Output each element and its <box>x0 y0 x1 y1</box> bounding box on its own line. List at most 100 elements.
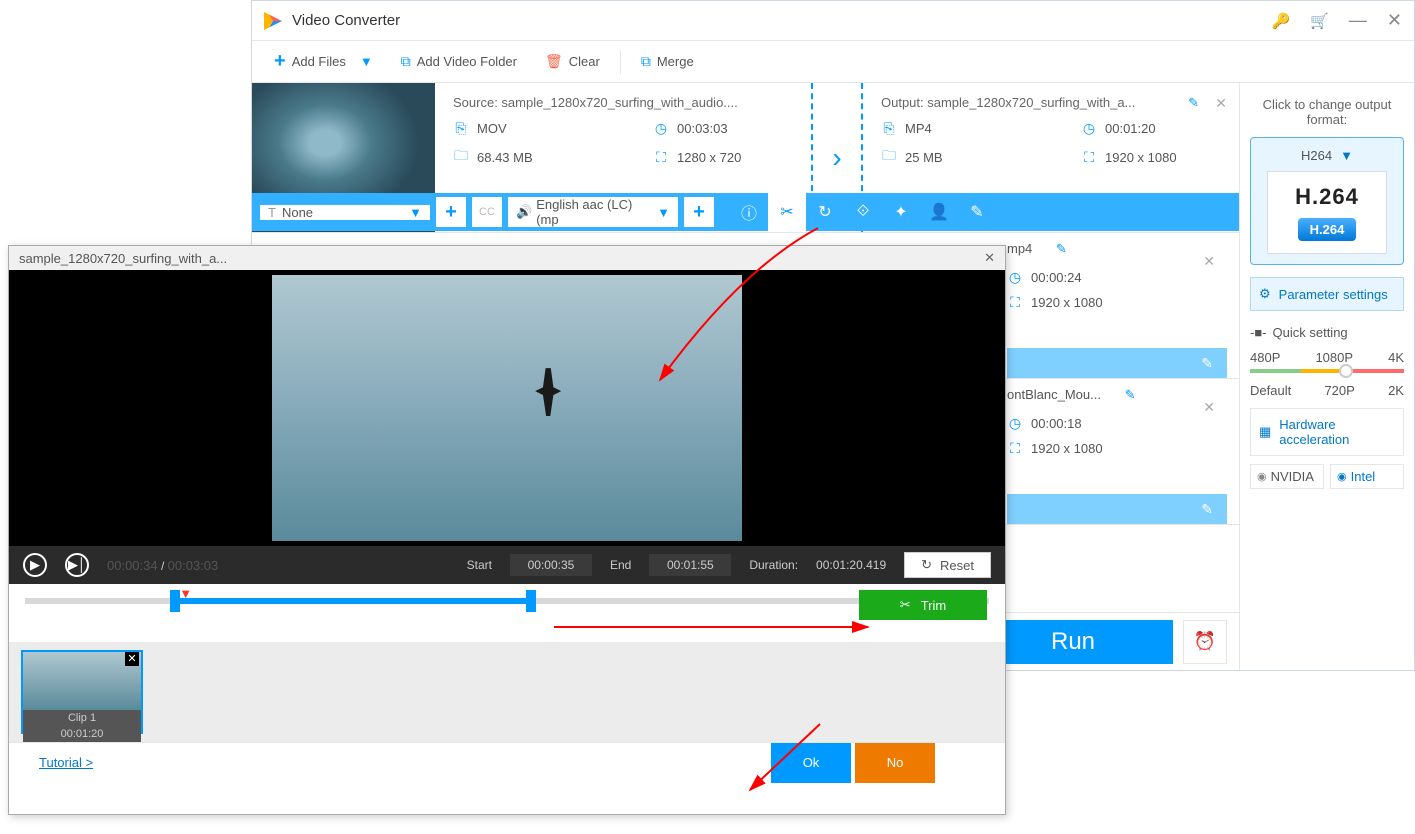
scissors-icon: ✂ <box>900 597 911 613</box>
intel-badge: ◉ Intel <box>1330 464 1404 489</box>
chevron-down-icon: ▼ <box>1340 148 1353 163</box>
format-name: H264 <box>1301 148 1332 163</box>
chevron-down-icon[interactable]: ▼ <box>360 54 373 69</box>
codec-label-1: H.264 <box>1268 184 1386 210</box>
clear-label: Clear <box>569 54 600 69</box>
clips-area: ✕ Clip 1 00:01:20 <box>9 642 1005 742</box>
plus-icon: + <box>274 50 286 73</box>
folder-icon: 🗀 <box>881 145 897 169</box>
start-input[interactable] <box>510 554 592 576</box>
start-label: Start <box>467 558 492 572</box>
source-format: MOV <box>477 121 507 136</box>
edit-icon: ✎ <box>1201 501 1213 518</box>
add-subtitle-button[interactable]: + <box>436 197 466 227</box>
edit-icon: ✎ <box>1201 355 1213 372</box>
watermark-tool[interactable]: 👤 <box>920 193 958 231</box>
video-preview[interactable] <box>9 270 1005 546</box>
clip-thumbnail[interactable]: ✕ Clip 1 00:01:20 <box>21 650 143 734</box>
app-logo-icon <box>264 12 282 30</box>
minimize-icon[interactable]: — <box>1349 10 1367 31</box>
cut-tool[interactable]: ✂ <box>768 193 806 231</box>
resolution-icon: ⛶ <box>1007 294 1023 311</box>
close-icon[interactable]: ✕ <box>1215 95 1227 112</box>
sliders-icon: ⚙ <box>1259 286 1271 302</box>
hardware-accel-button[interactable]: ▦ Hardware acceleration <box>1250 408 1404 456</box>
output-size: 25 MB <box>905 150 943 165</box>
add-files-button[interactable]: + Add Files ▼ <box>260 41 387 82</box>
duration-label: Duration: <box>749 558 798 572</box>
close-icon[interactable]: ✕ <box>1203 253 1215 270</box>
quick-setting-label: -■-Quick setting <box>1250 325 1404 340</box>
reset-button[interactable]: ↻ Reset <box>904 552 991 578</box>
app-title: Video Converter <box>292 12 400 29</box>
rotate-tool[interactable]: ↻ <box>806 193 844 231</box>
play-button[interactable]: ▶ <box>23 553 47 577</box>
add-audio-button[interactable]: + <box>684 197 714 227</box>
clear-button[interactable]: 🗑 Clear <box>531 41 614 82</box>
edit-toolbar: T None ▼ + CC 🔊 English aac (LC) (mp ▼ +… <box>252 193 1239 231</box>
edit-icon[interactable]: ✎ <box>1056 241 1067 256</box>
codec-box: H.264 H.264 <box>1267 171 1387 254</box>
edit-icon[interactable]: ✎ <box>1125 387 1136 402</box>
edit-bar[interactable]: ✎ <box>1007 348 1227 378</box>
clip-name: Clip 1 <box>23 710 141 726</box>
slider-thumb[interactable] <box>1339 364 1353 378</box>
start-handle[interactable] <box>170 590 180 612</box>
audio-select[interactable]: 🔊 English aac (LC) (mp ▼ <box>508 197 678 227</box>
edit-icon[interactable]: ✎ <box>1188 95 1199 111</box>
merge-button[interactable]: ⧉ Merge <box>627 41 708 82</box>
preview-frame <box>272 275 742 541</box>
hw-label: Hardware acceleration <box>1279 417 1395 447</box>
file2-res: 1920 x 1080 <box>1031 295 1103 310</box>
step-button[interactable]: ▶│ <box>65 553 89 577</box>
effect-tool[interactable]: ✦ <box>882 193 920 231</box>
remove-clip-icon[interactable]: ✕ <box>125 652 139 666</box>
edit-bar[interactable]: ✎ <box>1007 494 1227 524</box>
clock-icon: ◷ <box>1007 415 1023 432</box>
schedule-button[interactable]: ⏰ <box>1183 620 1227 664</box>
resolution-slider[interactable] <box>1250 369 1404 373</box>
nvidia-badge: ◉ NVIDIA <box>1250 464 1324 489</box>
slider-ticks-bot: Default720P2K <box>1250 383 1404 398</box>
clock-icon: ◷ <box>653 120 669 137</box>
source-duration: 00:03:03 <box>677 121 728 136</box>
key-icon[interactable]: 🔑 <box>1272 12 1291 30</box>
sidebar-title: Click to change output format: <box>1250 97 1404 127</box>
format-selector[interactable]: H264 ▼ H.264 H.264 <box>1250 137 1404 265</box>
clip-duration: 00:01:20 <box>23 726 141 742</box>
dialog-title: sample_1280x720_surfing_with_a... <box>19 251 227 266</box>
close-icon[interactable]: ✕ <box>1387 10 1402 31</box>
format-icon: ⎘ <box>881 120 897 137</box>
end-handle[interactable] <box>526 590 536 612</box>
surfer-silhouette <box>535 368 561 416</box>
info-tool[interactable]: ⓘ <box>730 193 768 231</box>
add-files-label: Add Files <box>292 54 346 69</box>
end-input[interactable] <box>649 554 731 576</box>
subtitle-select[interactable]: T None ▼ <box>260 205 430 220</box>
add-folder-button[interactable]: ⧉ Add Video Folder <box>387 41 531 82</box>
edit-tool[interactable]: ✎ <box>958 193 996 231</box>
ok-button[interactable]: Ok <box>771 743 851 783</box>
playhead-marker[interactable]: ▼ <box>179 586 192 601</box>
close-icon[interactable]: ✕ <box>1203 399 1215 416</box>
timeline-track[interactable]: ▼ <box>25 598 989 604</box>
file3-name: ontBlanc_Mou... <box>1007 387 1101 402</box>
parameter-settings-button[interactable]: ⚙ Parameter settings <box>1250 277 1404 311</box>
format-icon: ⎘ <box>453 120 469 137</box>
output-label: Output: sample_1280x720_surfing_with_a..… <box>881 95 1135 110</box>
output-duration: 00:01:20 <box>1105 121 1156 136</box>
close-icon[interactable]: ✕ <box>984 250 995 266</box>
trim-button[interactable]: ✂ Trim <box>859 590 987 620</box>
tutorial-link[interactable]: Tutorial > <box>39 755 93 770</box>
trim-label: Trim <box>921 598 947 613</box>
crop-tool[interactable]: ⟐ <box>844 193 882 231</box>
clock-icon: ◷ <box>1007 269 1023 286</box>
merge-icon: ⧉ <box>641 53 651 70</box>
cart-icon[interactable]: 🛒 <box>1310 12 1329 30</box>
cc-button[interactable]: CC <box>472 197 502 227</box>
no-button[interactable]: No <box>855 743 935 783</box>
arrow-right-icon: › <box>832 142 841 174</box>
codec-label-2: H.264 <box>1298 218 1357 241</box>
file3-duration: 00:00:18 <box>1031 416 1082 431</box>
resolution-icon: ⛶ <box>1007 440 1023 457</box>
